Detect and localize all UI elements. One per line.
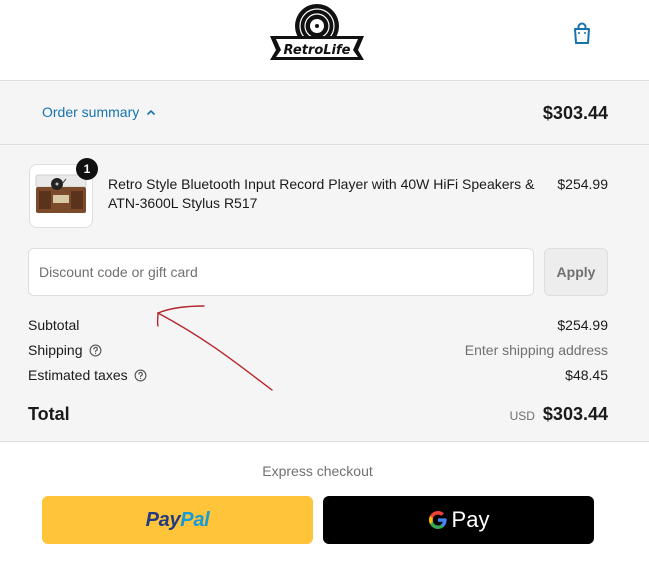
google-pay-button[interactable]: Pay xyxy=(323,496,594,544)
discount-code-input[interactable] xyxy=(28,248,534,296)
total-label: Total xyxy=(28,404,70,424)
shipping-label: Shipping xyxy=(28,342,83,358)
shipping-value: Enter shipping address xyxy=(464,342,608,358)
question-mark-icon[interactable] xyxy=(89,344,102,357)
shopping-bag-icon xyxy=(574,22,590,44)
quantity-badge: 1 xyxy=(76,158,98,180)
chevron-up-icon xyxy=(147,110,156,115)
subtotal-row: Subtotal $254.99 xyxy=(28,317,608,337)
order-summary-label: Order summary xyxy=(42,104,140,120)
subtotal-label: Subtotal xyxy=(28,317,80,333)
apply-discount-button[interactable]: Apply xyxy=(544,248,608,296)
shipping-row: Shipping Enter shipping address xyxy=(28,342,608,362)
paypal-logo: PayPal xyxy=(146,509,210,532)
express-checkout-label: Express checkout xyxy=(262,463,373,479)
cart-button[interactable] xyxy=(569,20,595,46)
order-summary-toggle[interactable]: Order summary xyxy=(42,104,157,120)
retrolife-logo[interactable]: RetroLife xyxy=(266,2,368,64)
total-amount: $303.44 xyxy=(542,404,608,424)
question-mark-icon[interactable] xyxy=(134,369,147,382)
total-row: Total USD $303.44 xyxy=(28,402,608,428)
svg-text:RetroLife: RetroLife xyxy=(284,43,351,58)
site-header: RetroLife xyxy=(0,0,649,81)
taxes-label-group: Estimated taxes xyxy=(28,367,147,383)
paypal-logo-part2: Pal xyxy=(180,508,210,531)
taxes-value: $48.45 xyxy=(565,367,608,383)
subtotal-value: $254.99 xyxy=(557,317,608,333)
product-title: Retro Style Bluetooth Input Record Playe… xyxy=(108,176,535,211)
paypal-button[interactable]: PayPal xyxy=(42,496,313,544)
total-currency: USD xyxy=(509,409,535,423)
paypal-logo-part1: Pay xyxy=(145,508,181,531)
taxes-row: Estimated taxes $48.45 xyxy=(28,367,608,387)
taxes-label: Estimated taxes xyxy=(28,367,128,383)
total-value-group: USD $303.44 xyxy=(510,404,608,425)
order-summary-panel: 1 Retro Style Bluetooth Input Record Pla… xyxy=(0,145,649,442)
google-pay-label: Pay xyxy=(451,507,490,532)
google-g-icon xyxy=(428,511,447,529)
product-price: $254.99 xyxy=(557,176,608,192)
shipping-label-group: Shipping xyxy=(28,342,102,358)
order-summary-bar: Order summary $303.44 xyxy=(0,81,649,145)
summary-total-price: $303.44 xyxy=(542,103,608,123)
